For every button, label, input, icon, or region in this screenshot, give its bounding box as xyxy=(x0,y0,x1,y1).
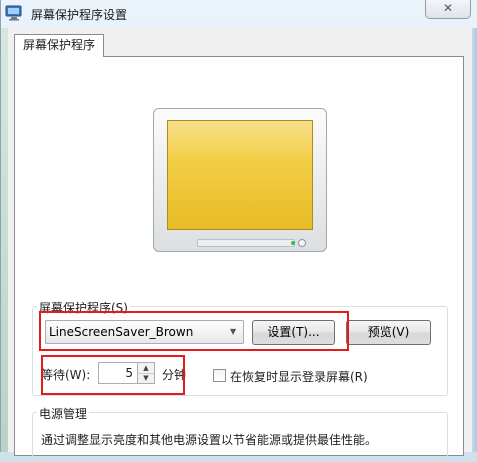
right-frame-edge xyxy=(472,28,477,452)
monitor-bezel-bar xyxy=(197,239,295,247)
highlight-box-screensaver xyxy=(39,311,349,351)
power-led-icon xyxy=(291,241,295,245)
resume-logon-checkbox[interactable] xyxy=(213,369,226,382)
close-icon: ✕ xyxy=(442,1,454,15)
screensaver-settings-window: 屏幕保护程序设置 ✕ 屏幕保护程序 屏幕保护程序(S) LineScreenSa… xyxy=(0,0,477,462)
window-title: 屏幕保护程序设置 xyxy=(31,8,128,22)
close-button[interactable]: ✕ xyxy=(425,0,471,19)
tab-screensaver[interactable]: 屏幕保护程序 xyxy=(14,34,104,57)
preview-button[interactable]: 预览(V) xyxy=(346,320,431,345)
monitor-preview xyxy=(153,108,327,252)
power-button-icon xyxy=(298,239,306,247)
preview-screen xyxy=(167,120,313,230)
resume-logon-label[interactable]: 在恢复时显示登录屏幕(R) xyxy=(230,368,368,385)
title-bar[interactable]: 屏幕保护程序设置 ✕ xyxy=(1,0,477,28)
power-group-label: 电源管理 xyxy=(37,405,90,422)
display-settings-icon xyxy=(5,5,22,21)
power-description: 通过调整显示亮度和其他电源设置以节省能源或提供最佳性能。 xyxy=(41,433,378,447)
left-frame-edge xyxy=(1,28,8,452)
highlight-box-wait xyxy=(41,355,185,395)
